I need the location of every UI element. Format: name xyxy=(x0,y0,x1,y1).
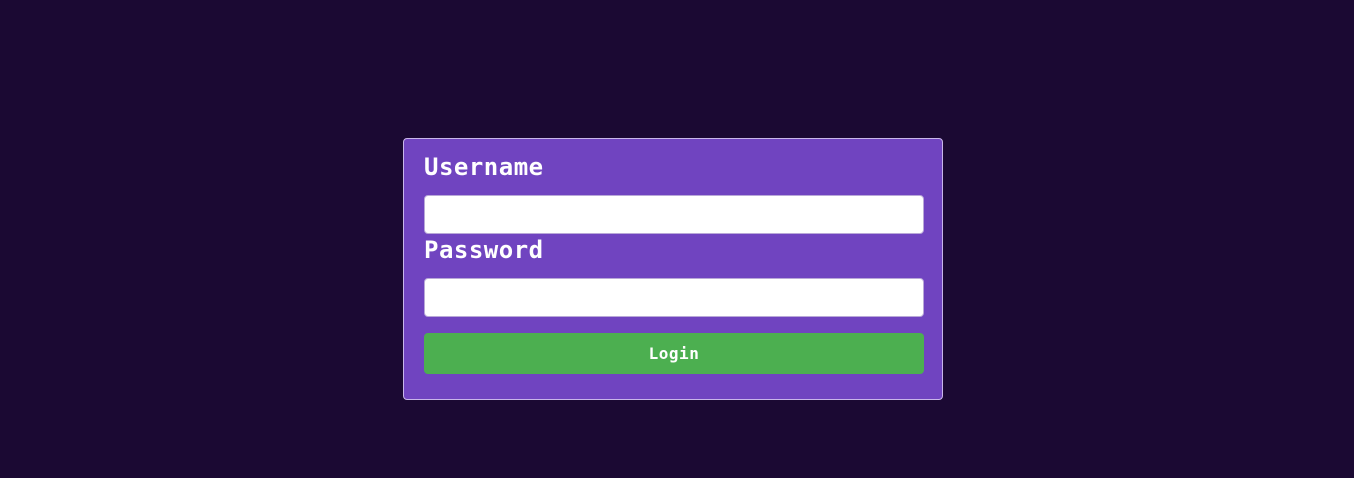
login-button[interactable]: Login xyxy=(424,333,924,374)
password-label: Password xyxy=(424,236,544,264)
username-label: Username xyxy=(424,153,544,181)
password-input[interactable] xyxy=(424,278,924,317)
username-input[interactable] xyxy=(424,195,924,234)
login-form: Username Password Login xyxy=(403,138,943,400)
